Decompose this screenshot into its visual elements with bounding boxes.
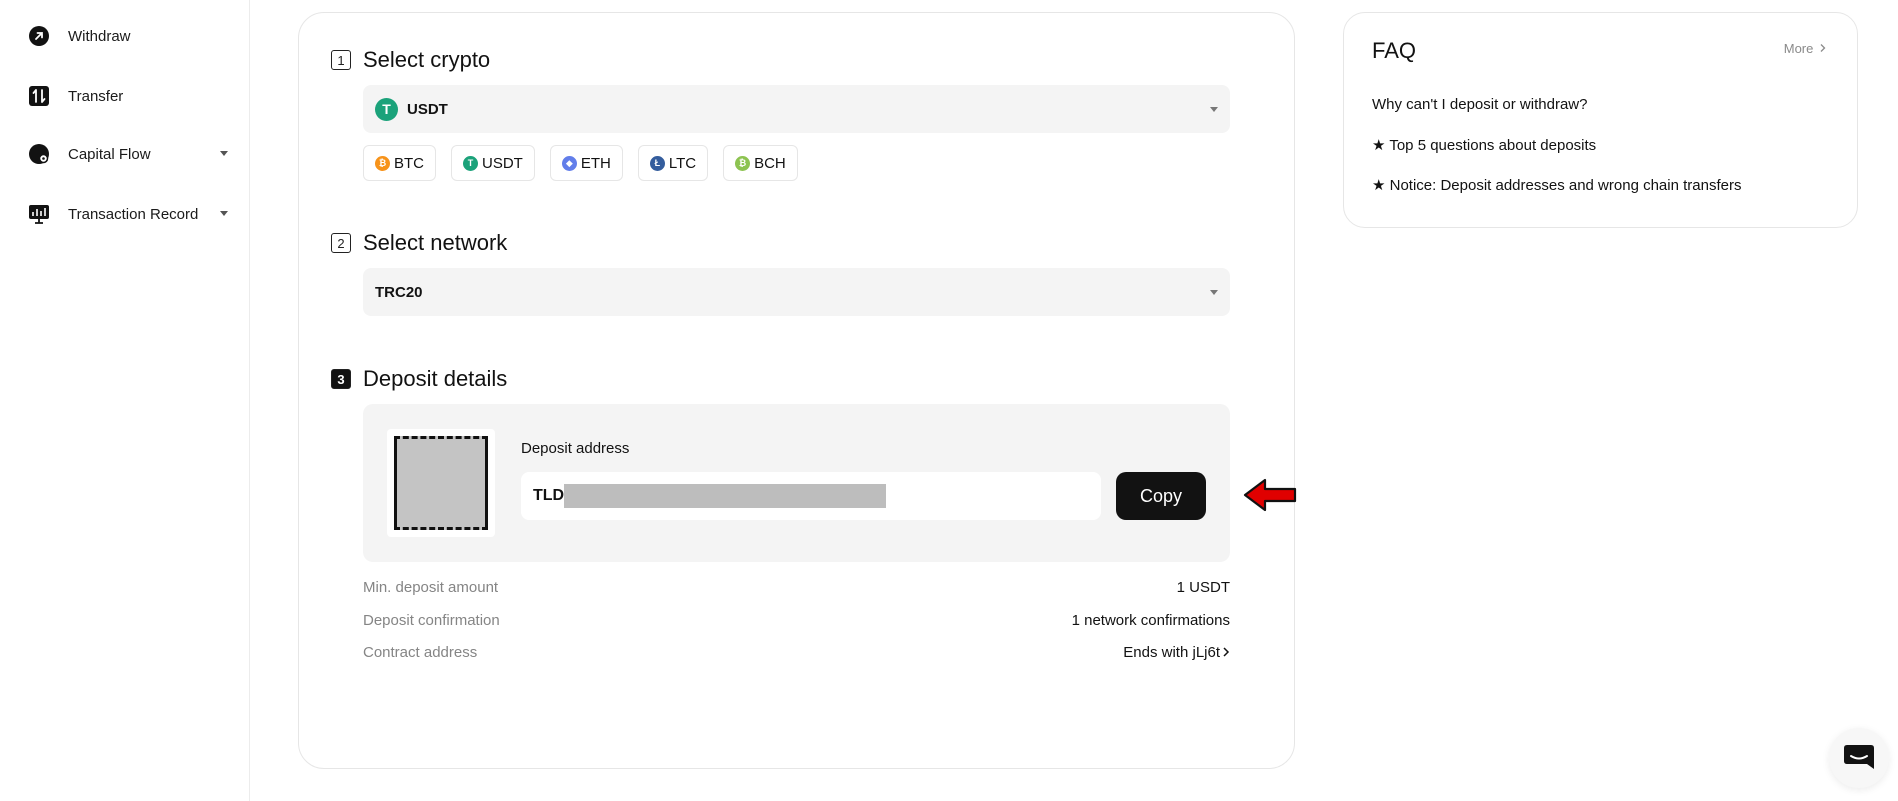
step-number: 2: [331, 233, 351, 253]
info-value: Ends with jLj6t: [1123, 643, 1220, 661]
address-redaction: [564, 484, 887, 508]
usdt-coin-icon: T: [463, 155, 478, 171]
coin-chip-btc[interactable]: ₿ BTC: [363, 145, 436, 181]
coin-chip-label: BTC: [394, 154, 424, 172]
transfer-icon: [28, 85, 50, 107]
chat-icon: [1844, 745, 1874, 769]
step-title: Select network: [363, 230, 508, 255]
step-select-network: 2 Select network: [331, 230, 507, 256]
sidebar-item-transaction-record[interactable]: Transaction Record: [28, 199, 228, 229]
faq-item[interactable]: ★ Notice: Deposit addresses and wrong ch…: [1372, 176, 1741, 194]
chevron-down-icon: [1210, 290, 1218, 295]
crypto-select-value: USDT: [407, 100, 448, 118]
bch-coin-icon: ₿: [735, 155, 751, 171]
faq-more-label: More: [1783, 41, 1814, 56]
faq-title: FAQ: [1372, 38, 1417, 63]
sidebar-item-label: Transaction Record: [68, 205, 199, 223]
chevron-down-icon: [1210, 107, 1218, 112]
faq-item[interactable]: ★ Top 5 questions about deposits: [1372, 136, 1596, 154]
coin-chip-label: BCH: [754, 154, 786, 172]
network-select-value: TRC20: [375, 283, 423, 301]
eth-coin-icon: ◆: [561, 155, 577, 171]
chevron-down-icon: [220, 211, 228, 216]
step-title: Deposit details: [363, 366, 508, 391]
withdraw-icon: [28, 25, 50, 47]
sidebar-item-label: Capital Flow: [68, 145, 151, 163]
chevron-right-icon: [1223, 647, 1230, 657]
info-contract-address: Contract address Ends with jLj6t: [363, 641, 1230, 663]
sidebar-item-label: Transfer: [68, 87, 124, 105]
step-select-crypto: 1 Select crypto: [331, 47, 490, 73]
faq-card: FAQ More Why can't I deposit or withdraw…: [1343, 12, 1858, 228]
chevron-right-icon: [1820, 44, 1826, 52]
ltc-coin-icon: Ł: [649, 155, 665, 171]
deposit-address-value: TLD: [533, 487, 565, 504]
contract-address-link[interactable]: Ends with jLj6t: [1123, 644, 1230, 661]
info-label: Min. deposit amount: [363, 578, 499, 596]
network-select[interactable]: TRC20: [363, 268, 1230, 316]
copy-address-button[interactable]: Copy: [1116, 472, 1206, 520]
deposit-card: 1 Select crypto T USDT ₿ BTC T USDT ◆ ET…: [298, 12, 1295, 769]
chevron-down-icon: [220, 151, 228, 156]
sidebar-item-capital-flow[interactable]: Capital Flow: [28, 139, 228, 169]
sidebar-item-label: Withdraw: [68, 27, 131, 45]
info-label: Deposit confirmation: [363, 611, 500, 629]
sidebar: Withdraw Transfer Capital Flow Transacti…: [0, 0, 250, 801]
coin-chip-bch[interactable]: ₿ BCH: [723, 145, 798, 181]
step-deposit-details: 3 Deposit details: [331, 366, 507, 392]
capital-flow-icon: [28, 143, 50, 165]
transaction-record-icon: [28, 203, 50, 225]
annotation-arrow-icon: [1243, 478, 1297, 512]
coin-chip-ltc[interactable]: Ł LTC: [637, 145, 709, 181]
coin-chip-usdt[interactable]: T USDT: [451, 145, 535, 181]
info-label: Contract address: [363, 643, 478, 661]
btc-coin-icon: ₿: [375, 155, 390, 171]
info-value: 1 USDT: [1176, 578, 1230, 596]
deposit-address-label: Deposit address: [521, 440, 630, 457]
step-number: 3: [331, 369, 351, 389]
coin-quick-picks: ₿ BTC T USDT ◆ ETH Ł LTC ₿ BCH: [363, 145, 813, 181]
faq-more-link[interactable]: More: [1784, 41, 1827, 56]
sidebar-item-withdraw[interactable]: Withdraw: [28, 21, 228, 51]
info-value: 1 network confirmations: [1071, 611, 1230, 629]
info-min-deposit: Min. deposit amount 1 USDT: [363, 576, 1230, 598]
crypto-select[interactable]: T USDT: [363, 85, 1230, 133]
chat-support-button[interactable]: [1829, 728, 1889, 788]
qr-code-icon: [394, 436, 488, 530]
usdt-coin-icon: T: [375, 97, 398, 121]
faq-item[interactable]: Why can't I deposit or withdraw?: [1372, 96, 1587, 113]
info-deposit-confirmation: Deposit confirmation 1 network confirmat…: [363, 609, 1230, 631]
step-number: 1: [331, 50, 351, 70]
coin-chip-label: ETH: [580, 154, 611, 172]
coin-chip-label: LTC: [668, 154, 697, 172]
sidebar-item-transfer[interactable]: Transfer: [28, 81, 228, 111]
deposit-address-field[interactable]: TLD: [521, 472, 1101, 520]
deposit-address-panel: Deposit address TLD Copy: [363, 404, 1230, 562]
step-title: Select crypto: [363, 47, 491, 72]
deposit-qr-code: [387, 429, 495, 537]
coin-chip-eth[interactable]: ◆ ETH: [549, 145, 623, 181]
coin-chip-label: USDT: [482, 154, 523, 172]
